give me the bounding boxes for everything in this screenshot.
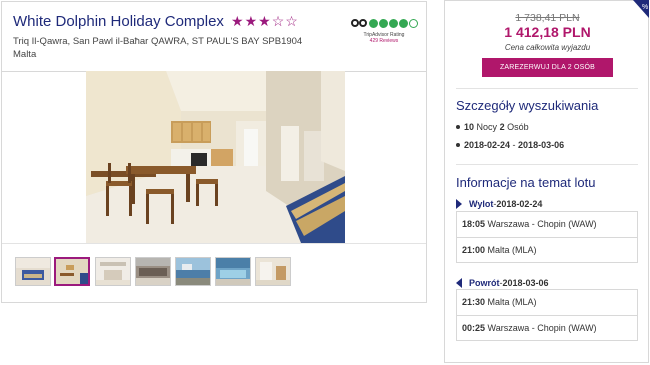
- svg-text:%: %: [642, 4, 648, 11]
- date-separator: -: [510, 140, 519, 150]
- inbound-leg-title[interactable]: Powrót - 2018-03-06: [456, 278, 549, 288]
- rating-bubble-full-icon: [398, 18, 408, 28]
- inbound-label: Powrót: [469, 278, 500, 288]
- book-button[interactable]: ZAREZERWUJ DLA 2 OSÓB: [482, 58, 613, 77]
- star-empty-icon: ☆: [285, 13, 299, 29]
- divider: [456, 88, 638, 89]
- rating-bubble-full-icon: [368, 18, 378, 28]
- play-left-icon: [456, 278, 462, 288]
- flight-place: Malta (MLA): [487, 245, 537, 255]
- photo-thumbnail[interactable]: [15, 257, 51, 286]
- tripadvisor-owl-icon: [350, 18, 368, 28]
- outbound-date: 2018-02-24: [496, 199, 543, 209]
- flight-place: Warszawa - Chopin (WAW): [487, 323, 597, 333]
- hotel-name[interactable]: White Dolphin Holiday Complex: [13, 13, 224, 30]
- outbound-leg-title[interactable]: Wylot - 2018-02-24: [456, 199, 542, 209]
- flight-time: 18:05: [462, 219, 486, 229]
- photo-thumbnail[interactable]: [215, 257, 251, 286]
- old-price: 1 738,41 PLN: [515, 12, 580, 24]
- tripadvisor-reviews-link[interactable]: 429 Reviews: [349, 38, 419, 44]
- flight-segment-row: 18:05 Warszawa - Chopin (WAW): [457, 212, 637, 237]
- star-filled-icon: ★: [244, 13, 259, 29]
- search-details-title: Szczegóły wyszukiwania: [456, 98, 599, 113]
- address-line-1: Triq Il-Qawra, San Pawl il-Baħar QAWRA, …: [13, 36, 303, 47]
- flight-info-title: Informacje na temat lotu: [456, 175, 596, 190]
- rating-bubble-full-icon: [378, 18, 388, 28]
- flight-time: 00:25: [462, 323, 486, 333]
- photo-thumbnail-selected[interactable]: [54, 257, 90, 286]
- price-note: Cena całkowita wyjazdu: [504, 43, 591, 52]
- hotel-star-rating: ★★★☆☆: [231, 13, 299, 30]
- people-count: 2: [499, 122, 505, 132]
- photo-thumbnail[interactable]: [175, 257, 211, 286]
- star-filled-icon: ★: [231, 13, 245, 29]
- search-nights-people: 10 Nocy 2 Osób: [456, 122, 529, 132]
- play-right-icon: [456, 199, 462, 209]
- inbound-flight-box: 21:30 Malta (MLA) 00:25 Warszawa - Chopi…: [456, 289, 638, 341]
- date-from: 2018-02-24: [464, 140, 511, 150]
- booking-summary-card: % 1 738,41 PLN 1 412,18 PLN Cena całkowi…: [444, 0, 649, 363]
- search-dates: 2018-02-24 - 2018-03-06: [455, 140, 565, 150]
- date-to: 2018-03-06: [518, 140, 565, 150]
- main-hotel-photo[interactable]: [86, 71, 345, 243]
- nights-label: Nocy: [476, 122, 498, 132]
- photo-thumbnail[interactable]: [135, 257, 171, 286]
- tripadvisor-rating[interactable]: TripAdvisor Rating 429 Reviews: [349, 17, 419, 44]
- hotel-card: White Dolphin Holiday Complex ★★★☆☆ Triq…: [1, 1, 427, 303]
- flight-time: 21:00: [462, 245, 486, 255]
- photo-thumbnail[interactable]: [255, 257, 291, 286]
- hotel-header: White Dolphin Holiday Complex ★★★☆☆ Triq…: [2, 2, 426, 72]
- rating-bubble-full-icon: [388, 18, 398, 28]
- outbound-label: Wylot: [469, 199, 494, 209]
- nights-count: 10: [464, 122, 475, 132]
- flight-time: 21:30: [462, 297, 486, 307]
- address-line-2: Malta: [13, 49, 37, 60]
- flight-segment-row: 00:25 Warszawa - Chopin (WAW): [457, 315, 637, 340]
- star-empty-icon: ☆: [271, 13, 286, 29]
- hotel-address: Triq Il-Qawra, San Pawl il-Baħar QAWRA, …: [13, 35, 333, 61]
- photo-thumbnail[interactable]: [95, 257, 131, 286]
- flight-place: Warszawa - Chopin (WAW): [487, 219, 597, 229]
- photo-thumbnail-strip: [2, 243, 426, 302]
- rating-bubble-empty-icon: [408, 18, 418, 28]
- current-price: 1 412,18 PLN: [504, 24, 591, 40]
- divider: [456, 164, 638, 165]
- inbound-date: 2018-03-06: [502, 278, 549, 288]
- flight-segment-row: 21:00 Malta (MLA): [457, 237, 637, 262]
- flight-place: Malta (MLA): [487, 297, 537, 307]
- flight-segment-row: 21:30 Malta (MLA): [457, 290, 637, 315]
- people-label: Osób: [507, 122, 529, 132]
- outbound-flight-box: 18:05 Warszawa - Chopin (WAW) 21:00 Malt…: [456, 211, 638, 263]
- star-filled-icon: ★: [258, 13, 272, 29]
